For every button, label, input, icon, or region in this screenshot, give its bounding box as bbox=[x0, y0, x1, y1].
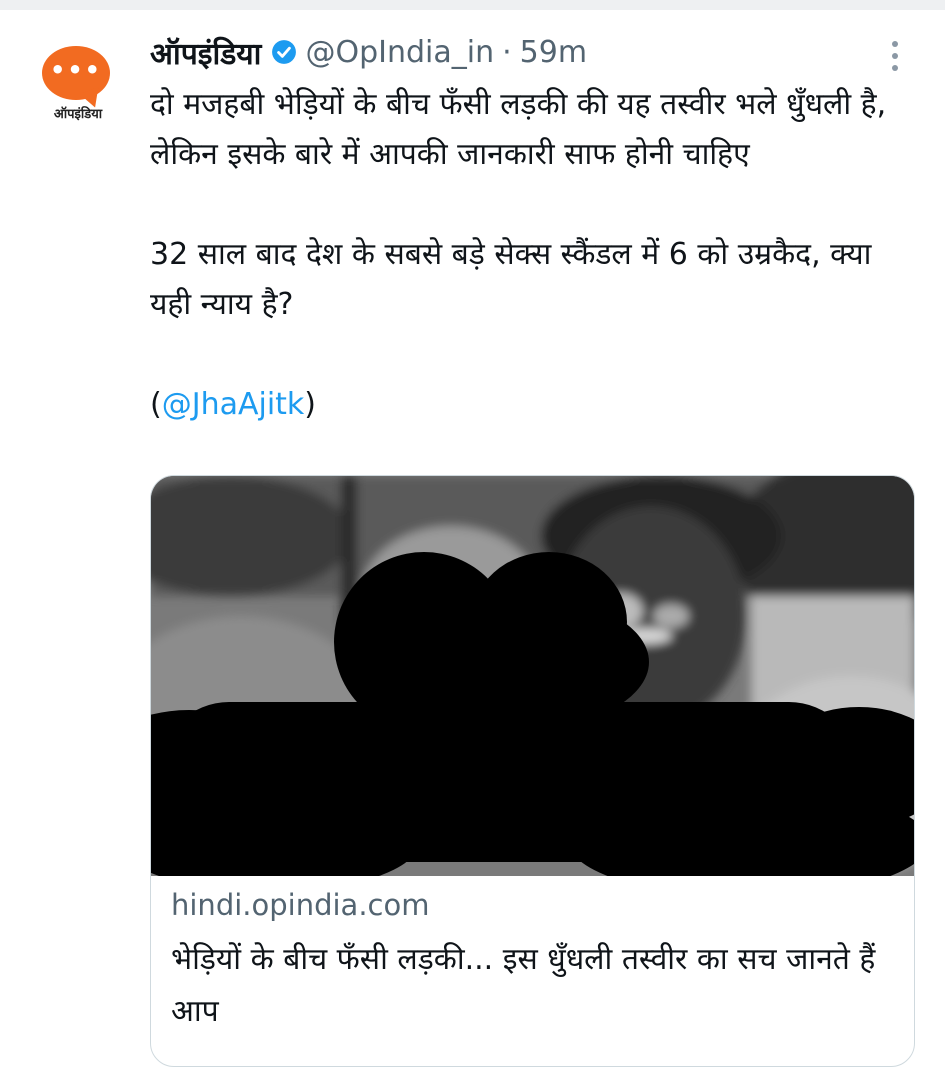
avatar[interactable]: ••• ऑपइंडिया bbox=[38, 46, 118, 126]
tweet-time[interactable]: 59m bbox=[520, 35, 587, 70]
tweet-paragraph-1: दो मजहबी भेड़ियों के बीच फँसी लड़की की य… bbox=[150, 87, 887, 172]
account-handle[interactable]: @OpIndia_in bbox=[305, 35, 494, 70]
display-name[interactable]: ऑपइंडिया bbox=[150, 32, 261, 73]
card-domain: hindi.opindia.com bbox=[171, 888, 430, 922]
avatar-label: ऑपइंडिया bbox=[53, 107, 103, 122]
mention-link[interactable]: @JhaAjitk bbox=[162, 387, 305, 422]
avatar-dots: ••• bbox=[49, 56, 103, 84]
card-image[interactable] bbox=[151, 476, 914, 876]
credit-close-paren: ) bbox=[304, 387, 317, 422]
more-options-icon[interactable] bbox=[880, 36, 910, 76]
verified-badge-icon bbox=[272, 40, 297, 64]
redaction-blackout bbox=[151, 552, 914, 876]
separator-dot: · bbox=[502, 34, 512, 70]
tweet-credit: (@JhaAjitk) bbox=[150, 380, 920, 430]
tweet-text: दो मजहबी भेड़ियों के बीच फँसी लड़की की य… bbox=[150, 80, 920, 430]
card-title[interactable]: भेड़ियों के बीच फँसी लड़की... इस धुँधली … bbox=[171, 934, 891, 1038]
link-preview-card[interactable]: hindi.opindia.com भेड़ियों के बीच फँसी ल… bbox=[150, 475, 915, 1067]
top-divider bbox=[0, 0, 945, 10]
tweet-paragraph-2: 32 साल बाद देश के सबसे बड़े सेक्स स्कैंड… bbox=[150, 237, 872, 322]
tweet-header: ऑपइंडिया @OpIndia_in · 59m bbox=[150, 32, 587, 72]
credit-open-paren: ( bbox=[150, 387, 162, 422]
